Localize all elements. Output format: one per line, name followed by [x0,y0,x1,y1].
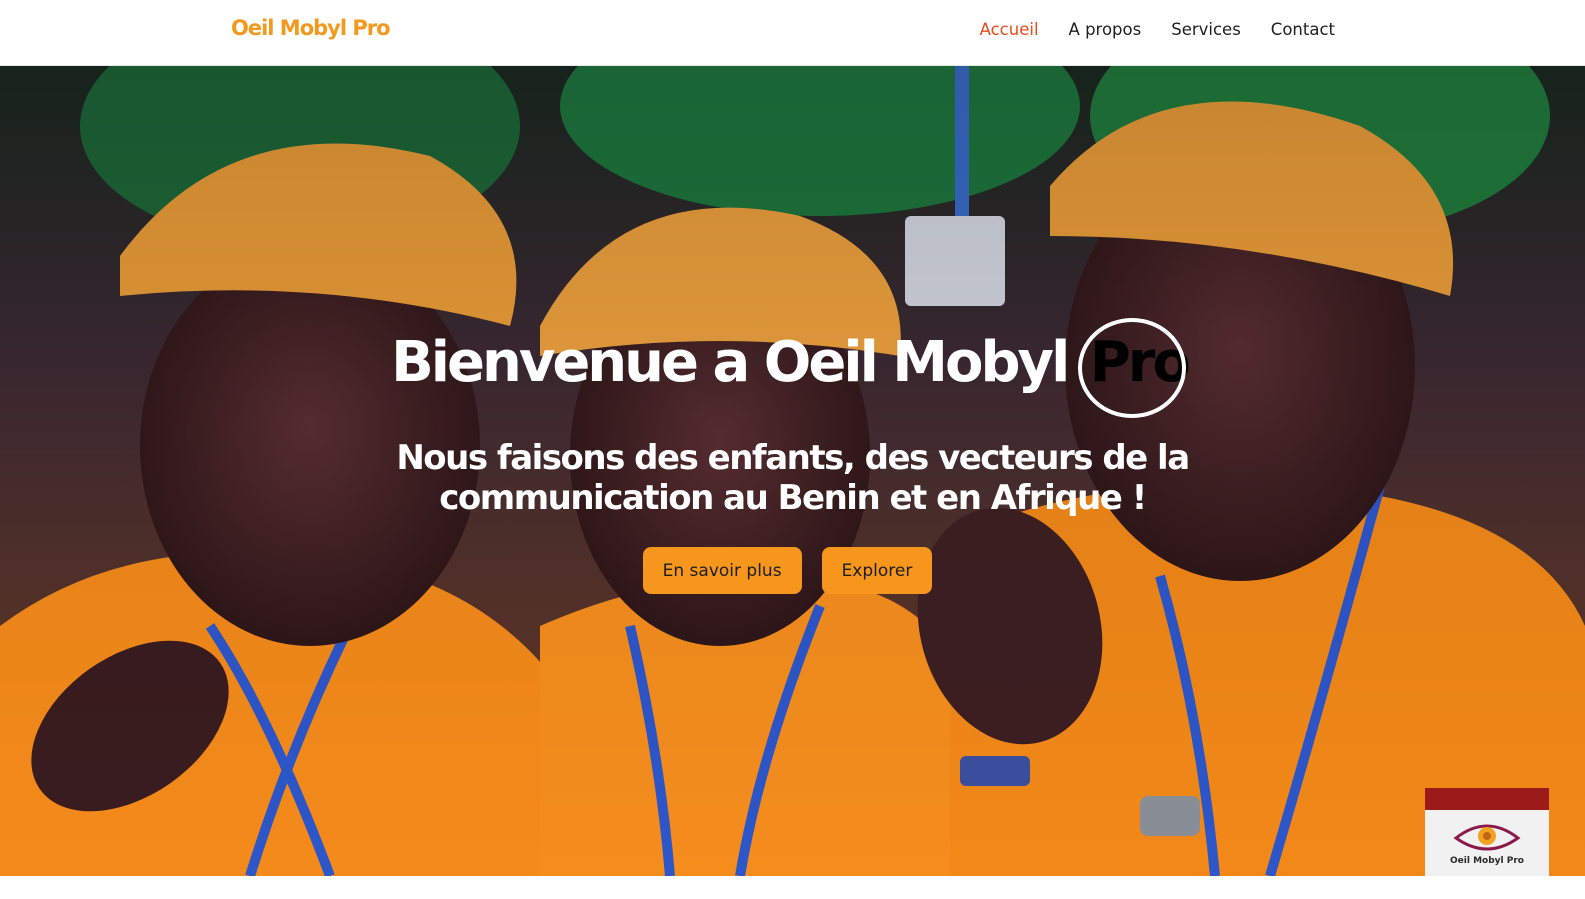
hero-subtitle: Nous faisons des enfants, des vecteurs d… [0,438,1585,518]
nav-link-contact[interactable]: Contact [1271,20,1335,39]
hero-title-main: Bienvenue a Oeil Mobyl [391,330,1084,395]
hero-title-pro: Pro [1077,318,1194,418]
hero-actions: En savoir plus Explorer [0,547,1585,594]
hero-subtitle-line-2: communication au Benin et en Afrique ! [439,478,1147,518]
nav-item-contact: Contact [1271,20,1335,40]
hero-title: Bienvenue a Oeil Mobyl Pro [0,318,1585,418]
nav-item-accueil: Accueil [980,20,1039,40]
nav-link-accueil[interactable]: Accueil [980,20,1039,39]
nav-menu: Accueil A propos Services Contact [980,20,1335,40]
floating-logo-widget[interactable]: Oeil Mobyl Pro [1425,788,1549,876]
explore-button[interactable]: Explorer [821,547,933,594]
navbar: Oeil Mobyl Pro Accueil A propos Services… [0,0,1585,66]
hero-subtitle-line-1: Nous faisons des enfants, des vecteurs d… [396,438,1190,478]
eye-logo-icon [1453,824,1521,851]
nav-link-a-propos[interactable]: A propos [1069,20,1142,39]
nav-link-services[interactable]: Services [1171,20,1241,39]
nav-item-a-propos: A propos [1069,20,1142,40]
nav-item-services: Services [1171,20,1241,40]
hero-section: Bienvenue a Oeil Mobyl Pro Nous faisons … [0,66,1585,876]
widget-label: Oeil Mobyl Pro [1450,856,1524,866]
learn-more-button[interactable]: En savoir plus [642,547,802,594]
brand-logo[interactable]: Oeil Mobyl Pro [231,16,391,40]
